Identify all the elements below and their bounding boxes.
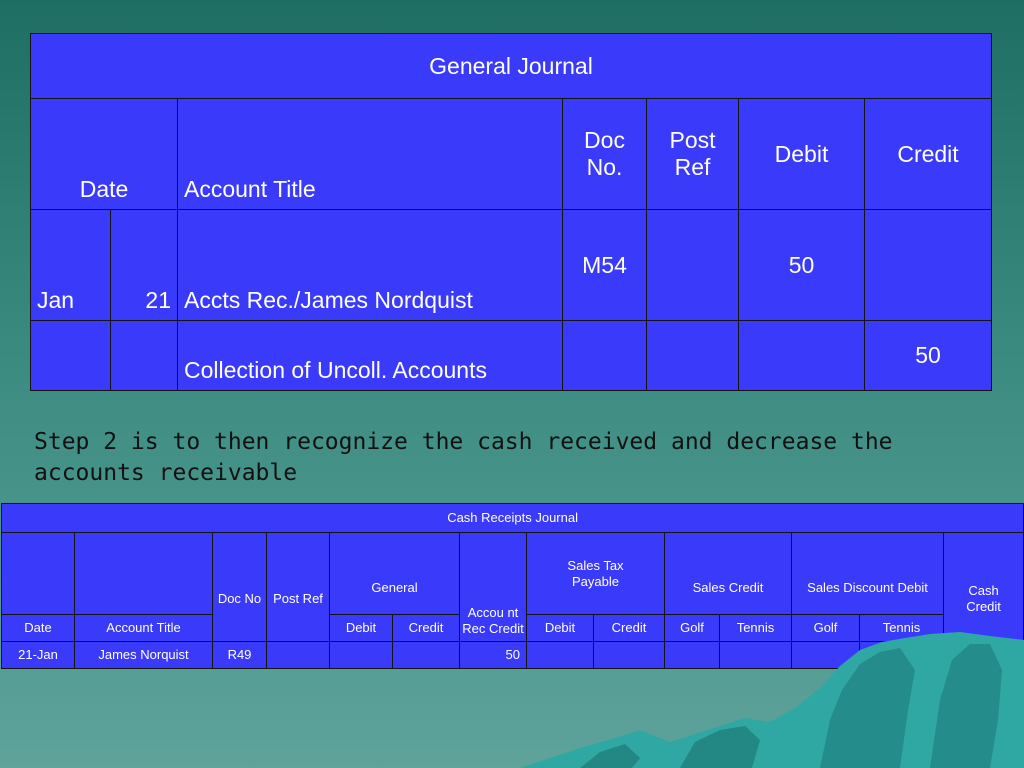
step-caption: Step 2 is to then recognize the cash rec… [34, 429, 893, 486]
entry-month [30, 320, 111, 391]
slide: General Journal Date Account Title Doc N… [0, 0, 1024, 768]
header-general-credit: Credit [392, 614, 460, 642]
header-sales-discount-debit: Sales Discount Debit [791, 532, 944, 615]
row-date: 21-Jan [1, 641, 75, 669]
header-date: Date [30, 98, 178, 210]
row-accounts-rec-credit: 50 [459, 641, 527, 669]
header-cash-credit: Cash Credit [942, 532, 1024, 642]
general-journal-title: General Journal [29, 33, 993, 99]
entry-day [110, 320, 178, 391]
row-account: James Norquist [74, 641, 213, 669]
entry-post-ref [646, 209, 739, 321]
row-general-debit [329, 641, 393, 669]
table-row: Jan 21 Accts Rec./James Nordquist M54 50 [30, 209, 993, 321]
header-sales-credit: Sales Credit [664, 532, 792, 615]
header-accounts-rec-credit: Accou nt Rec Credit [459, 532, 527, 642]
header-post-ref: Post Ref [266, 532, 330, 642]
entry-account: Collection of Uncoll. Accounts [177, 320, 563, 391]
row-general-credit [392, 641, 460, 669]
entry-day: 21 [110, 209, 178, 321]
entry-debit: 50 [738, 209, 865, 321]
row-doc: R49 [212, 641, 267, 669]
entry-month: Jan [30, 209, 111, 321]
header-blank [1, 532, 75, 615]
header-debit: Debit [738, 98, 865, 210]
header-doc-no: Doc No [212, 532, 267, 642]
general-journal-table: General Journal Date Account Title Doc N… [29, 33, 993, 391]
entry-doc [562, 320, 647, 391]
header-doc-no: Doc No. [562, 98, 647, 210]
header-general: General [329, 532, 460, 615]
entry-credit [863, 209, 993, 321]
entry-doc: M54 [562, 209, 647, 321]
header-general-debit: Debit [329, 614, 393, 642]
entry-debit [738, 320, 865, 391]
entry-account: Accts Rec./James Nordquist [177, 209, 563, 321]
header-account-title: Account Title [177, 98, 563, 210]
header-date: Date [1, 614, 75, 642]
header-post-ref: Post Ref [646, 98, 739, 210]
entry-post-ref [646, 320, 739, 391]
entry-credit: 50 [863, 320, 993, 391]
header-sales-tax-payable: Sales Tax Payable [526, 532, 665, 615]
header-account-title: Account Title [74, 614, 213, 642]
row-post-ref [266, 641, 330, 669]
cash-receipts-journal-title: Cash Receipts Journal [0, 503, 1024, 533]
table-row: Collection of Uncoll. Accounts 50 [30, 320, 993, 391]
rock-decoration [520, 632, 1024, 768]
header-blank [74, 532, 213, 615]
header-credit: Credit [863, 98, 993, 210]
